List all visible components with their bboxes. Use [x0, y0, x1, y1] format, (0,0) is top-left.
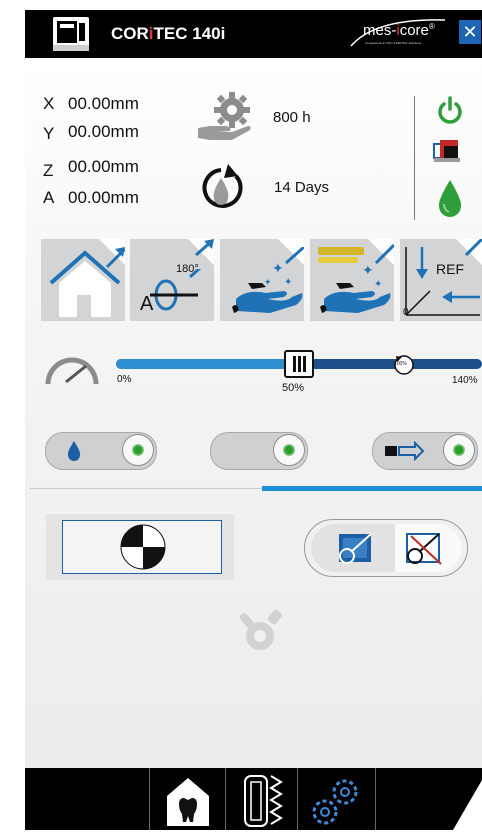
home-icon	[49, 247, 125, 317]
tile-home[interactable]	[41, 239, 125, 321]
air-blow-toggle[interactable]	[372, 432, 478, 470]
rotate-axis-icon	[150, 269, 202, 311]
axis-z-value: 00.00mm	[68, 157, 139, 176]
speed-marker-label: 100%	[394, 361, 407, 367]
drop-refresh-icon	[202, 164, 243, 208]
svg-text:✦: ✦	[362, 263, 374, 279]
ref-label: REF	[436, 261, 464, 277]
brand-logo: mes-icore® Competence in CNC & DENTAL-So…	[345, 16, 451, 50]
speedometer-icon	[45, 357, 99, 385]
active-tab-indicator	[262, 486, 482, 491]
tool-option-left[interactable]	[311, 524, 395, 572]
maintenance-days: 14 Days	[274, 179, 330, 196]
gears-settings-icon	[312, 779, 358, 825]
footer-nav	[25, 768, 482, 830]
coolant-drop-icon[interactable]	[436, 178, 464, 218]
air-blow-toggle-knob	[443, 434, 475, 466]
svg-text:✦: ✦	[284, 277, 292, 288]
coolant-toggle-knob	[122, 434, 154, 466]
axis-x-label: X	[43, 94, 55, 113]
title-suffix: TEC 140i	[153, 24, 226, 43]
machine-title: CORiTEC 140i	[111, 24, 225, 44]
nav-tools[interactable]	[239, 772, 285, 830]
axis-x-value: 00.00mm	[68, 94, 139, 113]
axis-a-label: A	[43, 188, 55, 207]
calibration-target-icon	[120, 524, 166, 570]
tools-disabled-icon	[240, 609, 283, 650]
calibration-panel	[46, 514, 234, 580]
status-divider	[414, 96, 415, 220]
close-button[interactable]: ✕	[459, 20, 481, 44]
axis-y-value: 00.00mm	[68, 122, 139, 141]
svg-text:✦: ✦	[264, 278, 272, 288]
brand-tagline: Competence in CNC & DENTAL-Solutions	[365, 41, 422, 45]
speed-slider-fill	[116, 359, 299, 369]
speed-100-marker[interactable]: 100%	[392, 354, 416, 376]
tool-option-pill	[304, 519, 468, 577]
svg-text:✦: ✦	[374, 279, 382, 290]
mid-toggle-knob	[273, 434, 305, 466]
clean-collet-icon: ✦ ✦	[318, 243, 394, 313]
operating-hours: 800 h	[273, 109, 311, 126]
app-frame: CORiTEC 140i mes-icore® Competence in CN…	[0, 0, 482, 830]
brand-part2: core	[399, 22, 429, 39]
svg-text:✦: ✦	[272, 261, 284, 277]
machine-icon	[53, 17, 89, 51]
header-bar: CORiTEC 140i mes-icore® Competence in CN…	[25, 10, 482, 58]
gear-hand-icon	[198, 92, 251, 140]
tool-without-probe-icon	[406, 533, 442, 565]
milling-tools-icon	[244, 775, 283, 827]
water-drop-icon	[67, 441, 81, 461]
brand-mark: ®	[428, 22, 435, 31]
mid-toggle[interactable]	[210, 432, 308, 470]
tile-clean-hands[interactable]: ✦ ✦ ✦	[220, 239, 304, 321]
power-icon[interactable]	[437, 96, 463, 124]
axis-a-value: 00.00mm	[68, 188, 139, 207]
coolant-toggle[interactable]	[45, 432, 157, 470]
speed-min-label: 0%	[117, 374, 132, 385]
speed-max-label: 140%	[452, 375, 478, 386]
axis-z-label: Z	[43, 161, 54, 180]
nav-home[interactable]	[165, 776, 211, 828]
clean-hands-icon: ✦ ✦ ✦	[232, 247, 304, 313]
tile-reference[interactable]: REF 0	[400, 239, 482, 321]
speed-slider-thumb[interactable]	[284, 350, 314, 378]
tile-clean-collet[interactable]: ✦ ✦	[310, 239, 394, 321]
reference-icon	[405, 239, 482, 316]
nav-settings[interactable]	[307, 774, 365, 828]
arrow-corner-icon	[195, 239, 214, 257]
ref-origin-label: 0	[403, 307, 409, 318]
toolbox-icon[interactable]	[432, 138, 462, 164]
divider-left	[30, 488, 262, 489]
title-prefix: COR	[111, 24, 149, 43]
resize-corner-icon[interactable]	[453, 780, 482, 830]
tile-rotate-a-axis[interactable]: 180° A	[130, 239, 214, 321]
tool-with-probe-icon	[339, 533, 372, 564]
tool-option-right[interactable]	[395, 524, 461, 572]
speed-current-label: 50%	[282, 382, 305, 394]
air-blow-icon	[385, 441, 425, 461]
calibration-button[interactable]	[62, 520, 222, 574]
dental-home-icon	[167, 778, 209, 826]
axis-y-label: Y	[43, 124, 55, 143]
brand-part1: mes-	[363, 22, 397, 39]
